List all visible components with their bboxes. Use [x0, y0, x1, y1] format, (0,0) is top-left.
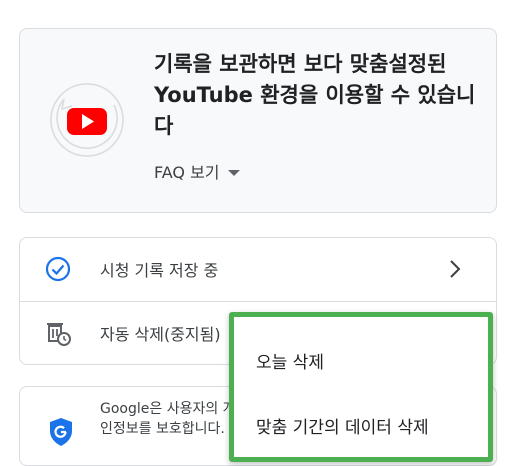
google-shield-icon: [50, 418, 72, 446]
menu-item-delete-today[interactable]: 오늘 삭제: [234, 332, 488, 388]
caret-down-icon: [227, 169, 240, 176]
youtube-history-icon: [50, 83, 124, 157]
chevron-right-icon[interactable]: [444, 258, 466, 280]
watch-history-label: 시청 기록 저장 중: [100, 261, 219, 280]
auto-delete-label: 자동 삭제(중지됨): [100, 325, 221, 344]
promo-card: 기록을 보관하면 보다 맞춤설정된 YouTube 환경을 이용할 수 있습니다…: [19, 28, 497, 213]
check-circle-icon: [45, 256, 71, 282]
promo-title: 기록을 보관하면 보다 맞춤설정된 YouTube 환경을 이용할 수 있습니다: [154, 52, 476, 138]
auto-delete-icon: [47, 323, 71, 346]
privacy-text: Google은 사용자의 개인정보를 보호합니다.: [100, 401, 236, 437]
faq-label: FAQ 보기: [154, 163, 220, 182]
settings-row-watch-history[interactable]: 시청 기록 저장 중: [20, 238, 496, 300]
delete-menu-popup: 오늘 삭제 맞춤 기간의 데이터 삭제: [229, 312, 493, 462]
faq-link[interactable]: FAQ 보기: [154, 159, 240, 183]
